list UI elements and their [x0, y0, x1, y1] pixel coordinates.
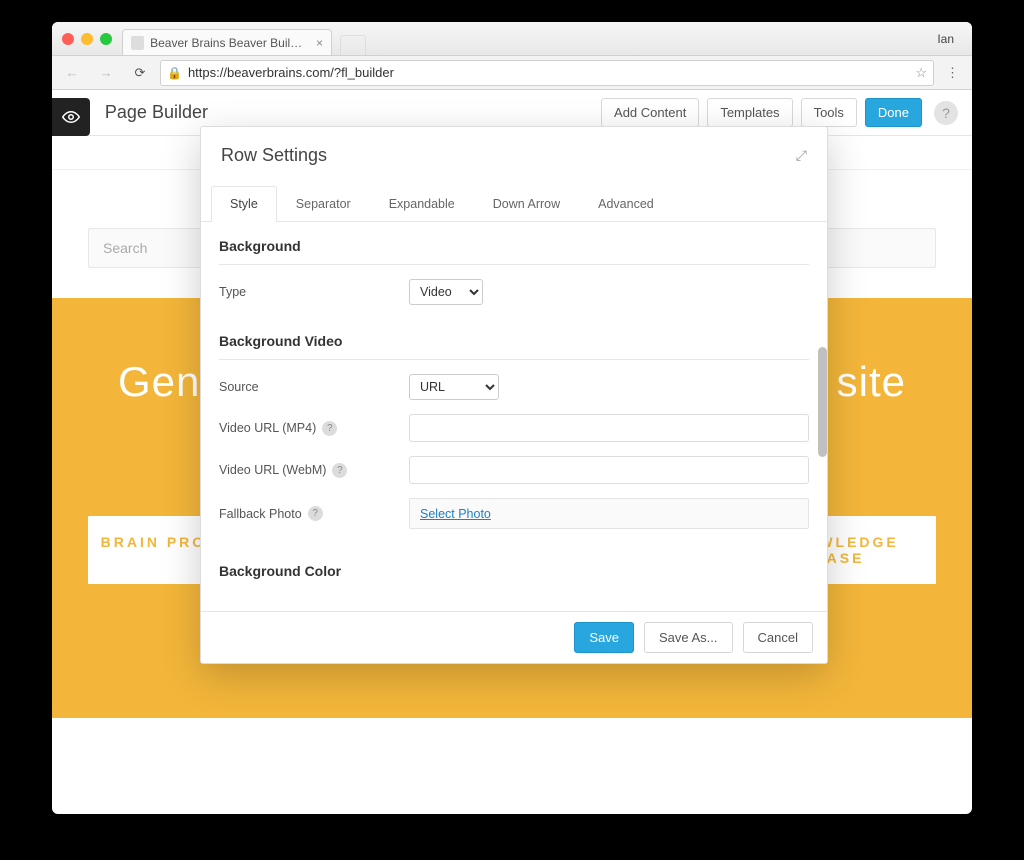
- address-bar: ← → ⟳ 🔒 https://beaverbrains.com/?fl_bui…: [52, 56, 972, 90]
- hero-text-left: Gen: [118, 358, 200, 406]
- forward-button[interactable]: →: [92, 60, 120, 86]
- tools-button[interactable]: Tools: [801, 98, 857, 127]
- cancel-button[interactable]: Cancel: [743, 622, 813, 653]
- templates-button[interactable]: Templates: [707, 98, 792, 127]
- tab-advanced[interactable]: Advanced: [579, 186, 673, 222]
- minimize-window-button[interactable]: [81, 33, 93, 45]
- source-select[interactable]: URL: [409, 374, 499, 400]
- help-icon[interactable]: ?: [332, 463, 347, 478]
- section-background-heading: Background: [201, 222, 827, 264]
- url-text: https://beaverbrains.com/?fl_builder: [188, 65, 394, 80]
- tab-style[interactable]: Style: [211, 186, 277, 222]
- section-bgcolor-heading: Background Color: [201, 547, 827, 589]
- omnibox[interactable]: 🔒 https://beaverbrains.com/?fl_builder ☆: [160, 60, 934, 86]
- window-controls: [62, 33, 112, 45]
- maximize-window-button[interactable]: [100, 33, 112, 45]
- save-button[interactable]: Save: [574, 622, 634, 653]
- modal-header: Row Settings ⤢: [201, 127, 827, 172]
- favicon: [131, 36, 144, 50]
- type-label: Type: [219, 285, 409, 299]
- tab-strip: Beaver Brains Beaver Builder V ×: [122, 22, 366, 55]
- preview-toggle-button[interactable]: [52, 98, 90, 136]
- browser-tab[interactable]: Beaver Brains Beaver Builder V ×: [122, 29, 332, 55]
- close-tab-icon[interactable]: ×: [316, 36, 323, 50]
- hero-text-right: site: [837, 358, 906, 406]
- field-webm: Video URL (WebM)?: [201, 442, 827, 484]
- bookmark-star-icon[interactable]: ☆: [915, 65, 927, 81]
- profile-button[interactable]: Ian: [929, 30, 962, 48]
- modal-scrollbar[interactable]: [818, 347, 827, 457]
- webm-input[interactable]: [409, 456, 809, 484]
- back-button[interactable]: ←: [58, 60, 86, 86]
- row-settings-modal: Row Settings ⤢ Style Separator Expandabl…: [200, 126, 828, 664]
- modal-footer: Save Save As... Cancel: [201, 611, 827, 663]
- help-icon[interactable]: ?: [308, 506, 323, 521]
- fallback-photo-box: Select Photo: [409, 498, 809, 529]
- help-icon[interactable]: ?: [934, 101, 958, 125]
- source-label: Source: [219, 380, 409, 394]
- new-tab-button[interactable]: [340, 35, 366, 55]
- field-fallback: Fallback Photo? Select Photo: [201, 484, 827, 529]
- field-type: Type Video: [201, 265, 827, 305]
- page-builder-title: Page Builder: [105, 102, 208, 123]
- titlebar: Beaver Brains Beaver Builder V × Ian: [52, 22, 972, 56]
- lock-icon: 🔒: [167, 66, 182, 80]
- field-mp4: Video URL (MP4)?: [201, 400, 827, 442]
- tab-title: Beaver Brains Beaver Builder V: [150, 36, 308, 50]
- add-content-button[interactable]: Add Content: [601, 98, 699, 127]
- help-icon[interactable]: ?: [322, 421, 337, 436]
- close-window-button[interactable]: [62, 33, 74, 45]
- browser-menu-button[interactable]: ⋮: [940, 65, 966, 81]
- section-bgvideo-heading: Background Video: [201, 317, 827, 359]
- modal-body: Background Type Video Background Video S…: [201, 222, 827, 611]
- webm-label: Video URL (WebM)?: [219, 463, 409, 478]
- save-as-button[interactable]: Save As...: [644, 622, 733, 653]
- tab-separator[interactable]: Separator: [277, 186, 370, 222]
- tab-down-arrow[interactable]: Down Arrow: [474, 186, 579, 222]
- tab-expandable[interactable]: Expandable: [370, 186, 474, 222]
- mp4-label: Video URL (MP4)?: [219, 421, 409, 436]
- browser-window: Beaver Brains Beaver Builder V × Ian ← →…: [52, 22, 972, 814]
- modal-tabs: Style Separator Expandable Down Arrow Ad…: [201, 172, 827, 222]
- viewport: 🦫 Page Builder Add Content Templates Too…: [52, 90, 972, 814]
- select-photo-link[interactable]: Select Photo: [420, 507, 491, 521]
- done-button[interactable]: Done: [865, 98, 922, 127]
- fallback-label: Fallback Photo?: [219, 506, 409, 521]
- mp4-input[interactable]: [409, 414, 809, 442]
- modal-title: Row Settings: [221, 145, 327, 166]
- expand-modal-icon[interactable]: ⤢: [796, 147, 807, 164]
- field-source: Source URL: [201, 360, 827, 400]
- reload-button[interactable]: ⟳: [126, 60, 154, 86]
- type-select[interactable]: Video: [409, 279, 483, 305]
- search-placeholder: Search: [103, 240, 147, 256]
